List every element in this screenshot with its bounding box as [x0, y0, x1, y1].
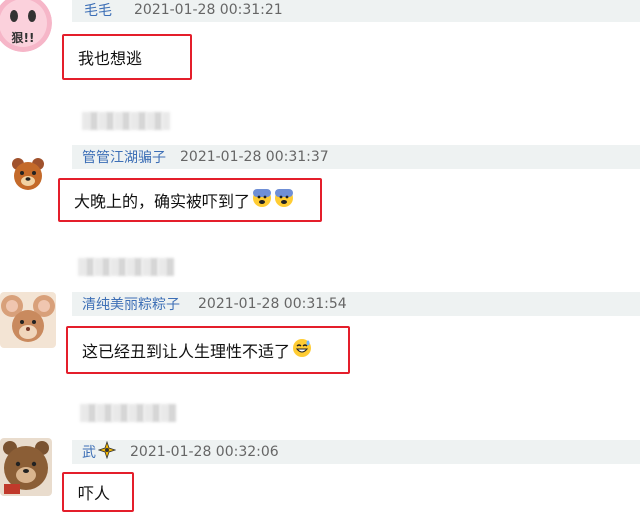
timestamp: 2021-01-28 00:32:06 — [130, 444, 279, 460]
blur-block — [112, 404, 120, 422]
blur-block — [166, 258, 174, 276]
blur-block — [136, 404, 144, 422]
svg-text:狠!!: 狠!! — [12, 31, 35, 45]
comment-text: 吓人 — [78, 484, 111, 503]
blur-block — [98, 112, 106, 130]
blur-block — [110, 258, 118, 276]
blur-block — [82, 112, 90, 130]
blur-block — [150, 258, 158, 276]
blur-block — [90, 112, 98, 130]
comment-header: 武 2021-01-28 00:32:06 — [72, 440, 640, 464]
timestamp: 2021-01-28 00:31:21 — [134, 2, 283, 18]
blur-block — [114, 112, 122, 130]
blurred-text — [78, 258, 174, 276]
username[interactable]: 清纯美丽粽粽子 — [82, 294, 180, 314]
blurred-text — [80, 404, 176, 422]
pink-cartoon-avatar[interactable]: 狠!! — [0, 0, 52, 52]
comment-text-box: 我也想逃 — [62, 34, 192, 80]
blur-block — [142, 258, 150, 276]
blur-block — [118, 258, 126, 276]
blur-block — [94, 258, 102, 276]
comment-header: 毛毛 2021-01-28 00:31:21 — [72, 0, 640, 22]
fearful-face-icon — [274, 188, 294, 212]
blurred-text — [82, 112, 170, 130]
comment-header: 管管江湖骗子 2021-01-28 00:31:37 — [72, 145, 640, 169]
comment-text: 大晚上的，确实被吓到了 — [74, 192, 251, 211]
blur-block — [168, 404, 176, 422]
blur-block — [120, 404, 128, 422]
username[interactable]: 毛毛 — [84, 0, 112, 20]
timestamp: 2021-01-28 00:31:54 — [198, 296, 347, 312]
blur-block — [106, 112, 114, 130]
blur-block — [86, 258, 94, 276]
blur-block — [126, 258, 134, 276]
bear-avatar[interactable] — [10, 156, 46, 192]
mouse-avatar[interactable] — [0, 292, 56, 348]
blur-block — [88, 404, 96, 422]
comment-header: 清纯美丽粽粽子 2021-01-28 00:31:54 — [72, 292, 640, 316]
brown-bear-avatar[interactable] — [0, 438, 52, 496]
timestamp: 2021-01-28 00:31:37 — [180, 149, 329, 165]
blur-block — [152, 404, 160, 422]
blur-block — [102, 258, 110, 276]
blur-block — [146, 112, 154, 130]
blur-block — [160, 404, 168, 422]
blur-block — [78, 258, 86, 276]
username[interactable]: 管管江湖骗子 — [82, 147, 166, 167]
blur-block — [80, 404, 88, 422]
username[interactable]: 武 — [82, 442, 96, 462]
blur-block — [158, 258, 166, 276]
blur-block — [130, 112, 138, 130]
blur-block — [162, 112, 170, 130]
blur-block — [144, 404, 152, 422]
comment-text-box: 这已经丑到让人生理性不适了 — [66, 326, 350, 374]
blur-block — [138, 112, 146, 130]
blur-block — [96, 404, 104, 422]
grinning-sweat-face-icon — [292, 338, 312, 362]
blur-block — [134, 258, 142, 276]
blur-block — [122, 112, 130, 130]
comment-text-box: 大晚上的，确实被吓到了 — [58, 178, 322, 222]
blur-block — [154, 112, 162, 130]
sparkle-badge-icon — [97, 440, 117, 463]
comment-text: 这已经丑到让人生理性不适了 — [82, 342, 291, 361]
fearful-face-icon — [252, 188, 272, 212]
comment-text-box: 吓人 — [62, 472, 134, 512]
blur-block — [128, 404, 136, 422]
comment-text: 我也想逃 — [78, 49, 143, 68]
blur-block — [104, 404, 112, 422]
